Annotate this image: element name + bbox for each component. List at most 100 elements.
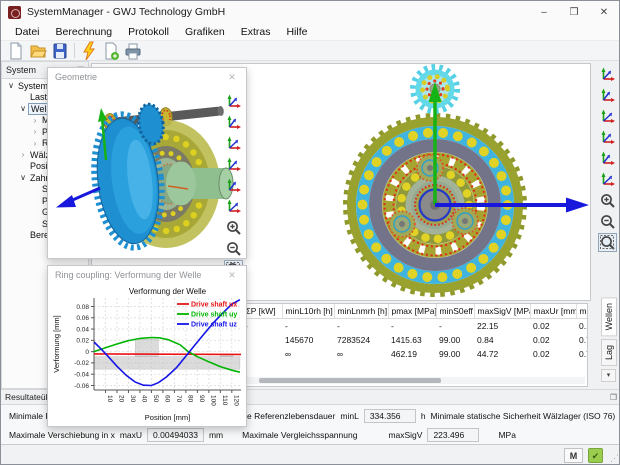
svg-text:0: 0 — [85, 349, 89, 356]
chevron-down-icon[interactable]: ∨ — [18, 173, 28, 182]
chevron-right-icon[interactable]: › — [30, 139, 40, 148]
save-icon — [50, 41, 70, 61]
close-icon[interactable]: ✕ — [225, 72, 239, 83]
calculate-lightning-icon — [79, 41, 99, 61]
save-button[interactable] — [49, 41, 71, 60]
calc-ok-icon[interactable]: ✔ — [588, 448, 603, 463]
chevron-down-icon[interactable]: ∨ — [6, 81, 16, 90]
axis-view-left-icon — [599, 108, 616, 125]
close-icon[interactable]: ✕ — [225, 270, 239, 281]
zoom-out-button[interactable] — [598, 212, 617, 231]
axis-view-bottom-button[interactable] — [598, 170, 617, 189]
axis-view-right-button[interactable] — [598, 128, 617, 147]
axis-view-right-button[interactable] — [224, 155, 243, 174]
tab-lag[interactable]: Lag — [601, 339, 617, 366]
result-value-maxSigV[interactable]: 223.496 — [427, 428, 479, 442]
app-window: SystemManager - GWJ Technology GmbH – ❒ … — [0, 0, 620, 465]
table-cell: 0.02 — [530, 333, 576, 347]
status-bar: M ✔ ⋰ — [1, 444, 620, 465]
table-cell: 0.02 — [530, 347, 576, 361]
menu-datei[interactable]: Datei — [7, 24, 48, 40]
svg-text:0.08: 0.08 — [76, 304, 89, 311]
zoom-in-button[interactable] — [224, 218, 243, 237]
svg-text:-0.04: -0.04 — [74, 371, 89, 378]
open-folder-button[interactable] — [27, 41, 49, 60]
axis-view-back-icon — [599, 87, 616, 104]
table-cell: ∞ — [282, 347, 334, 361]
m-status-button[interactable]: M — [564, 448, 583, 463]
chevron-right-icon[interactable]: › — [30, 127, 40, 136]
svg-text:10: 10 — [106, 395, 113, 403]
axis-view-bottom-button[interactable] — [224, 197, 243, 216]
chart-titlebar[interactable]: Ring coupling: Verformung der Welle ✕ — [48, 266, 246, 284]
svg-text:30: 30 — [129, 395, 136, 403]
axis-view-right-icon — [225, 156, 242, 173]
chevron-right-icon[interactable]: › — [18, 150, 28, 159]
table-cell: - — [242, 319, 282, 334]
chevron-down-icon[interactable]: ∨ — [18, 104, 28, 113]
axis-view-right-icon — [599, 129, 616, 146]
table-cell: 0.73 — [576, 333, 588, 347]
axis-view-left-button[interactable] — [224, 134, 243, 153]
column-header[interactable]: ΣP [kW] — [242, 304, 282, 319]
svg-text:100: 100 — [209, 395, 216, 406]
table-cell: - — [436, 319, 474, 334]
result-symbol: maxU — [120, 430, 142, 440]
tab-wellen[interactable]: Wellen — [601, 297, 617, 336]
title-bar: SystemManager - GWJ Technology GmbH – ❒ … — [1, 1, 619, 23]
result-value-minL[interactable]: 334.356 — [364, 409, 416, 423]
system-panel-title: System — [6, 65, 36, 75]
menu-berechnung[interactable]: Berechnung — [48, 24, 121, 40]
menu-grafiken[interactable]: Grafiken — [177, 24, 233, 40]
resize-grip[interactable]: ⋰ — [610, 453, 619, 464]
column-header[interactable]: max — [576, 304, 588, 319]
maximize-button[interactable]: ❒ — [559, 1, 589, 23]
axis-view-front-button[interactable] — [598, 65, 617, 84]
shaft-deformation-chart-window[interactable]: Ring coupling: Verformung der Welle ✕ Ve… — [47, 265, 247, 427]
close-button[interactable]: ✕ — [589, 1, 619, 23]
column-header[interactable]: minS0eff — [436, 304, 474, 319]
axis-view-top-button[interactable] — [598, 149, 617, 168]
menu-protokoll[interactable]: Protokoll — [120, 24, 177, 40]
zoom-in-button[interactable] — [598, 191, 617, 210]
column-header[interactable]: maxUr [mm] — [530, 304, 576, 319]
geometrie-titlebar[interactable]: Geometrie ✕ — [48, 68, 246, 86]
menu-extras[interactable]: Extras — [233, 24, 279, 40]
svg-text:0.06: 0.06 — [76, 315, 89, 322]
axis-view-front-button[interactable] — [224, 92, 243, 111]
calculate-lightning-button[interactable] — [78, 41, 100, 60]
new-file-button[interactable] — [5, 41, 27, 60]
column-header[interactable]: minL10rh [h] — [282, 304, 334, 319]
toolbar-separator — [74, 43, 75, 58]
axis-view-left-icon — [225, 135, 242, 152]
result-label: Maximale Verschiebung in x — [9, 430, 115, 440]
open-folder-icon — [28, 41, 48, 61]
geometrie-window[interactable]: Geometrie ✕ — [47, 67, 247, 259]
svg-text:90: 90 — [198, 395, 205, 403]
column-header[interactable]: pmax [MPa] — [388, 304, 436, 319]
chevron-right-icon[interactable]: › — [30, 116, 40, 125]
table-cell: 99.00 — [436, 333, 474, 347]
new-file-icon — [6, 41, 26, 61]
menu-hilfe[interactable]: Hilfe — [278, 24, 315, 40]
column-header[interactable]: maxSigV [MPa] — [474, 304, 530, 319]
report-add-button[interactable] — [100, 41, 122, 60]
zoom-out-button[interactable] — [224, 239, 243, 258]
table-cell: 0.12 — [576, 319, 588, 334]
svg-text:-0.02: -0.02 — [74, 360, 89, 367]
table-cell: 0.02 — [530, 319, 576, 334]
axis-view-back-button[interactable] — [598, 86, 617, 105]
scrollbar-thumb[interactable] — [259, 378, 441, 383]
axis-view-left-button[interactable] — [598, 107, 617, 126]
axis-view-top-button[interactable] — [224, 176, 243, 195]
axis-view-back-button[interactable] — [224, 113, 243, 132]
table-cell: 0.72 — [576, 347, 588, 361]
tab-list-dropdown[interactable]: ▾ — [601, 369, 616, 382]
pin-icon[interactable]: ❐ — [610, 393, 617, 402]
column-header[interactable]: minLnmrh [h] — [334, 304, 388, 319]
minimize-button[interactable]: – — [529, 1, 559, 23]
axis-view-back-icon — [225, 114, 242, 131]
print-button[interactable] — [122, 41, 144, 60]
zoom-fit-button[interactable] — [598, 233, 617, 252]
zoom-in-icon — [599, 192, 616, 209]
